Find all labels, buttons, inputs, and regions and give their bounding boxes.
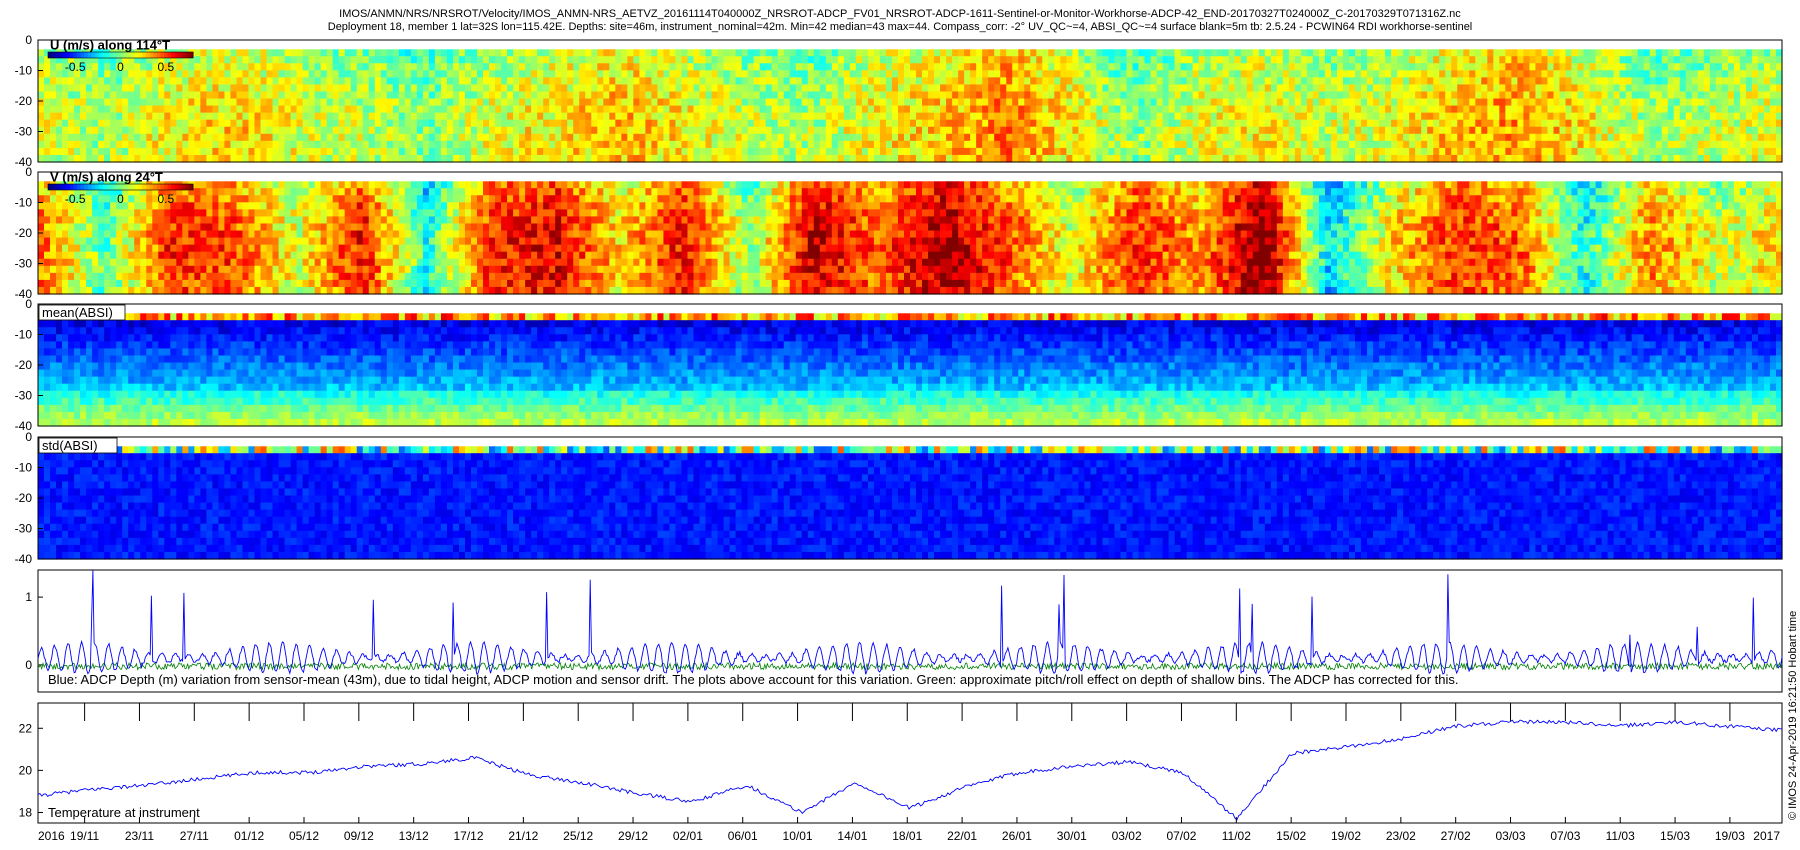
x-tick-label: 01/12 — [234, 829, 264, 843]
y-tick-label: 0 — [25, 297, 32, 311]
y-tick-label: -20 — [15, 358, 33, 372]
y-tick-label: -20 — [15, 94, 33, 108]
panel-v: 0-10-20-30-40V (m/s) along 24°T-0.5 0 0.5 — [15, 165, 1783, 301]
panel-std_absi: 0 -10 -20 -30 -40 std(ABSI) — [15, 430, 1783, 566]
v-heatmap-image — [38, 181, 1783, 295]
x-tick-label: 19/11 — [70, 829, 99, 843]
x-tick-label: 17/12 — [454, 829, 484, 843]
colorbar-tick-label: 0 — [117, 60, 124, 74]
surface-blank — [38, 172, 1782, 182]
x-tick-label: 03/02 — [1112, 829, 1142, 843]
depth-variation-note: Blue: ADCP Depth (m) variation from sens… — [48, 672, 1459, 687]
colorbar-tick-label: 0.5 — [157, 192, 174, 206]
std_absi-heatmap-image — [38, 446, 1783, 560]
x-tick-label: 25/12 — [563, 829, 593, 843]
x-tick-label: 19/02 — [1331, 829, 1361, 843]
x-tick-label: 05/12 — [289, 829, 319, 843]
u-heatmap-image — [38, 49, 1783, 163]
y-tick-label: -10 — [15, 64, 33, 78]
x-tick-label: 18/01 — [892, 829, 922, 843]
x-tick-label: 30/01 — [1057, 829, 1087, 843]
x-tick-label: 07/03 — [1550, 829, 1580, 843]
colorbar-tick-label: -0.5 — [65, 192, 86, 206]
x-tick-label: 13/12 — [399, 829, 429, 843]
x-tick-label: 09/12 — [344, 829, 374, 843]
u-label: U (m/s) along 114°T — [50, 38, 170, 53]
colorbar-tick-label: 0.5 — [157, 60, 174, 74]
y-tick-label: -20 — [15, 226, 33, 240]
panel-depth_variation: 1 0 Blue: ADCP Depth (m) variation from se… — [25, 569, 1783, 693]
panel-temperature: 22 20 18 Temperature at instrument — [19, 702, 1783, 824]
x-tick-label: 15/03 — [1660, 829, 1690, 843]
x-tick-label: 27/11 — [180, 829, 209, 843]
colorbar-tick-label: -0.5 — [65, 60, 86, 74]
mean_absi-label: mean(ABSI) — [42, 305, 113, 320]
y-tick-label: 0 — [25, 33, 32, 47]
x-year-start: 2016 — [38, 829, 65, 843]
u-colorbar: -0.5 0 0.5 — [47, 51, 194, 74]
x-tick-label: 02/01 — [673, 829, 703, 843]
y-tick-label: 0 — [25, 430, 32, 444]
x-tick-label: 21/12 — [508, 829, 538, 843]
x-tick-label: 07/02 — [1166, 829, 1196, 843]
y-tick-label: -20 — [15, 491, 33, 505]
y-tick-label: -30 — [15, 389, 33, 403]
temperature-label: Temperature at instrument — [48, 805, 200, 820]
y-tick-label: 0 — [25, 165, 32, 179]
x-tick-label: 26/01 — [1002, 829, 1032, 843]
y-tick-label: -10 — [15, 328, 33, 342]
std_absi-label: std(ABSI) — [42, 438, 98, 453]
y-tick-label: 18 — [19, 805, 33, 819]
x-tick-label: 11/02 — [1222, 829, 1251, 843]
panel-u: 0-10-20-30-40U (m/s) along 114°T-0.5 0 0.5 — [15, 33, 1783, 169]
x-tick-label: 22/01 — [947, 829, 977, 843]
panel-frame — [37, 702, 1783, 824]
x-tick-label: 29/12 — [618, 829, 648, 843]
x-tick-label: 11/03 — [1606, 829, 1635, 843]
x-tick-label: 23/02 — [1386, 829, 1416, 843]
y-tick-label: -10 — [15, 196, 33, 210]
x-tick-label: 06/01 — [728, 829, 758, 843]
v-colorbar: -0.5 0 0.5 — [47, 183, 194, 206]
x-tick-label: 10/01 — [783, 829, 813, 843]
adcp-figure: 0 -10 -20 -30 -40 U (m/s) along 114°T -0.5 0 0.5… — [15, 33, 1799, 843]
mean_absi-heatmap-image — [38, 313, 1783, 427]
x-tick-label: 27/02 — [1441, 829, 1471, 843]
y-tick-label: -30 — [15, 125, 33, 139]
timestamp-stamp: © IMOS 24-Apr-2019 16:21:50 Hobart time — [1787, 611, 1799, 820]
y-tick-label: -30 — [15, 522, 33, 536]
y-tick-label: 22 — [19, 721, 33, 735]
x-tick-label: 23/11 — [125, 829, 154, 843]
y-tick-label: -40 — [15, 552, 33, 566]
v-label: V (m/s) along 24°T — [50, 170, 163, 185]
x-tick-label: 03/03 — [1496, 829, 1526, 843]
y-tick-label: 0 — [25, 658, 32, 672]
y-tick-label: 20 — [19, 763, 33, 777]
x-tick-label: 14/01 — [837, 829, 867, 843]
surface-blank — [38, 437, 1782, 447]
surface-blank — [38, 304, 1782, 314]
colorbar-tick-label: 0 — [117, 192, 124, 206]
panel-mean_absi: 0-10-20-30-40mean(ABSI) — [15, 297, 1783, 433]
x-tick-label: 15/02 — [1276, 829, 1306, 843]
y-tick-label: -30 — [15, 257, 33, 271]
surface-blank — [38, 40, 1782, 50]
x-year-end: 2017 — [1753, 829, 1780, 843]
y-tick-label: -10 — [15, 461, 33, 475]
x-tick-label: 19/03 — [1715, 829, 1745, 843]
y-tick-label: 1 — [25, 590, 32, 604]
